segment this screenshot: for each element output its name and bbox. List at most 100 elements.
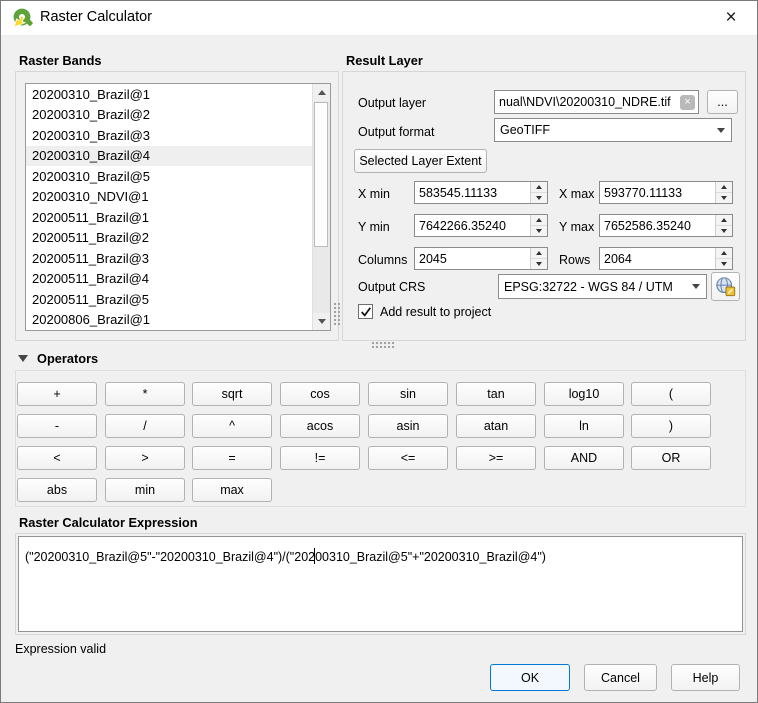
- operator-log10-button[interactable]: log10: [544, 382, 624, 406]
- operator-close-paren-button[interactable]: ): [631, 414, 711, 438]
- output-format-select[interactable]: GeoTIFF: [494, 118, 732, 142]
- y-max-input[interactable]: [600, 219, 715, 233]
- operator-max-button[interactable]: max: [192, 478, 272, 502]
- list-item[interactable]: 20200310_Brazil@1: [26, 84, 312, 105]
- scroll-down-icon[interactable]: [313, 313, 330, 330]
- raster-bands-list[interactable]: 20200310_Brazil@1 20200310_Brazil@2 2020…: [25, 83, 331, 331]
- splitter-handle-horizontal[interactable]: [371, 341, 395, 348]
- spin-down-icon[interactable]: [531, 226, 547, 236]
- x-min-spin-buttons[interactable]: [530, 182, 547, 203]
- y-max-spin-buttons[interactable]: [715, 215, 732, 236]
- spin-down-icon[interactable]: [531, 259, 547, 269]
- operator-min-button[interactable]: min: [105, 478, 185, 502]
- operator-open-paren-button[interactable]: (: [631, 382, 711, 406]
- operator-less-equal-button[interactable]: <=: [368, 446, 448, 470]
- list-item[interactable]: 20200310_Brazil@2: [26, 105, 312, 126]
- titlebar[interactable]: Raster Calculator ×: [1, 1, 757, 36]
- expression-editor[interactable]: ("20200310_Brazil@5"-"20200310_Brazil@4"…: [18, 536, 743, 632]
- selected-layer-extent-button[interactable]: Selected Layer Extent: [354, 149, 487, 173]
- list-item-selected[interactable]: 20200310_Brazil@4: [26, 146, 312, 167]
- operator-less-than-button[interactable]: <: [17, 446, 97, 470]
- list-item[interactable]: 20200511_Brazil@5: [26, 289, 312, 310]
- scrollbar-thumb[interactable]: [314, 102, 328, 247]
- y-min-input[interactable]: [415, 219, 530, 233]
- raster-bands-title: Raster Bands: [19, 53, 102, 68]
- operator-cos-button[interactable]: cos: [280, 382, 360, 406]
- x-max-spin-buttons[interactable]: [715, 182, 732, 203]
- operator-sin-button[interactable]: sin: [368, 382, 448, 406]
- list-item[interactable]: 20200310_Brazil@3: [26, 125, 312, 146]
- spin-up-icon[interactable]: [716, 215, 732, 226]
- y-min-spinbox[interactable]: [414, 214, 548, 237]
- output-crs-value: EPSG:32722 - WGS 84 / UTM: [504, 280, 673, 294]
- x-min-input[interactable]: [415, 186, 530, 200]
- list-item[interactable]: 20200511_Brazil@4: [26, 269, 312, 290]
- raster-calculator-dialog: Raster Calculator × Raster Bands 2020031…: [0, 0, 758, 703]
- spin-down-icon[interactable]: [716, 226, 732, 236]
- operator-tan-button[interactable]: tan: [456, 382, 536, 406]
- x-min-spinbox[interactable]: [414, 181, 548, 204]
- result-layer-title: Result Layer: [346, 53, 423, 68]
- operator-greater-equal-button[interactable]: >=: [456, 446, 536, 470]
- operator-divide-button[interactable]: /: [105, 414, 185, 438]
- y-min-label: Y min: [358, 220, 390, 234]
- y-min-spin-buttons[interactable]: [530, 215, 547, 236]
- spin-down-icon[interactable]: [531, 193, 547, 203]
- splitter-handle-vertical[interactable]: [333, 302, 340, 326]
- operator-abs-button[interactable]: abs: [17, 478, 97, 502]
- operator-sqrt-button[interactable]: sqrt: [192, 382, 272, 406]
- scroll-up-icon[interactable]: [313, 84, 330, 101]
- columns-input[interactable]: [415, 252, 530, 266]
- spin-up-icon[interactable]: [531, 215, 547, 226]
- output-layer-field[interactable]: ×: [494, 90, 699, 114]
- operator-asin-button[interactable]: asin: [368, 414, 448, 438]
- columns-spinbox[interactable]: [414, 247, 548, 270]
- x-max-spinbox[interactable]: [599, 181, 733, 204]
- help-button[interactable]: Help: [671, 664, 740, 691]
- select-crs-button[interactable]: [711, 272, 740, 301]
- operator-ln-button[interactable]: ln: [544, 414, 624, 438]
- list-item[interactable]: 20200310_NDVI@1: [26, 187, 312, 208]
- operator-greater-than-button[interactable]: >: [105, 446, 185, 470]
- expression-text: ("20200310_Brazil@5"-"20200310_Brazil@4"…: [25, 550, 546, 564]
- operator-and-button[interactable]: AND: [544, 446, 624, 470]
- x-max-label: X max: [559, 187, 594, 201]
- y-max-spinbox[interactable]: [599, 214, 733, 237]
- spin-up-icon[interactable]: [531, 248, 547, 259]
- spin-down-icon[interactable]: [716, 259, 732, 269]
- columns-spin-buttons[interactable]: [530, 248, 547, 269]
- list-item[interactable]: 20200511_Brazil@2: [26, 228, 312, 249]
- list-scrollbar[interactable]: [312, 84, 330, 330]
- operator-equals-button[interactable]: =: [192, 446, 272, 470]
- list-item[interactable]: 20200511_Brazil@3: [26, 248, 312, 269]
- operator-multiply-button[interactable]: *: [105, 382, 185, 406]
- close-button[interactable]: ×: [711, 3, 751, 33]
- rows-spinbox[interactable]: [599, 247, 733, 270]
- cancel-button[interactable]: Cancel: [584, 664, 657, 691]
- output-layer-input[interactable]: [495, 95, 680, 109]
- ok-button[interactable]: OK: [490, 664, 570, 691]
- qgis-logo-icon: [13, 8, 33, 28]
- list-item[interactable]: 20200310_Brazil@5: [26, 166, 312, 187]
- collapse-arrow-icon[interactable]: [18, 355, 28, 362]
- operator-power-button[interactable]: ^: [192, 414, 272, 438]
- operator-atan-button[interactable]: atan: [456, 414, 536, 438]
- list-item[interactable]: 20200806_Brazil@1: [26, 310, 312, 331]
- operator-or-button[interactable]: OR: [631, 446, 711, 470]
- spin-up-icon[interactable]: [531, 182, 547, 193]
- operator-not-equal-button[interactable]: !=: [280, 446, 360, 470]
- browse-output-button[interactable]: ...: [707, 90, 738, 114]
- rows-spin-buttons[interactable]: [715, 248, 732, 269]
- add-result-checkbox[interactable]: [358, 304, 373, 319]
- operator-plus-button[interactable]: +: [17, 382, 97, 406]
- spin-up-icon[interactable]: [716, 248, 732, 259]
- operator-minus-button[interactable]: -: [17, 414, 97, 438]
- output-crs-select[interactable]: EPSG:32722 - WGS 84 / UTM: [498, 274, 707, 299]
- list-item[interactable]: 20200511_Brazil@1: [26, 207, 312, 228]
- spin-down-icon[interactable]: [716, 193, 732, 203]
- operator-acos-button[interactable]: acos: [280, 414, 360, 438]
- x-max-input[interactable]: [600, 186, 715, 200]
- rows-input[interactable]: [600, 252, 715, 266]
- spin-up-icon[interactable]: [716, 182, 732, 193]
- clear-field-icon[interactable]: ×: [680, 95, 695, 110]
